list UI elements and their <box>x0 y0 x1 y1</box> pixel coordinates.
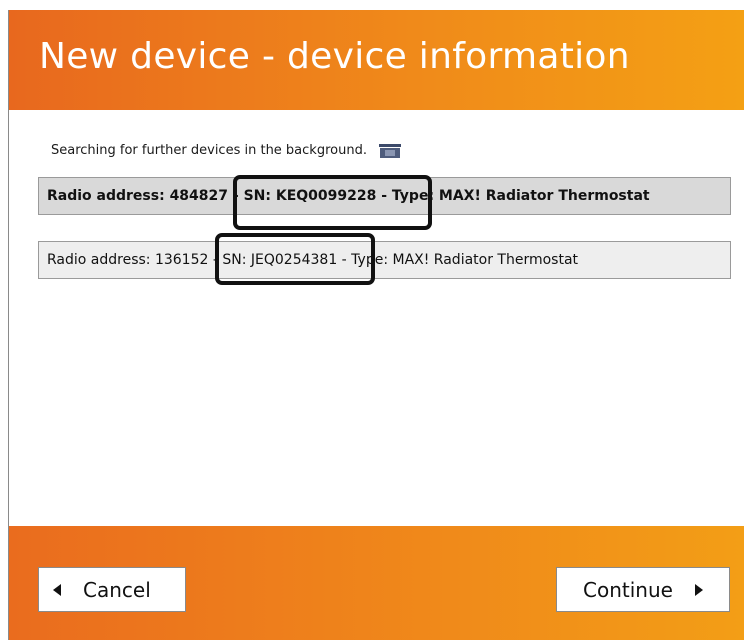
dialog-title: New device - device information <box>39 36 630 77</box>
dialog-header: New device - device information <box>9 10 744 110</box>
dialog-footer: Cancel Continue <box>9 526 744 640</box>
arrow-left-icon <box>53 583 61 596</box>
continue-button-label: Continue <box>583 577 673 602</box>
dialog-content: Searching for further devices in the bac… <box>9 110 744 526</box>
cancel-button[interactable]: Cancel <box>38 567 186 612</box>
arrow-right-icon <box>694 583 703 596</box>
device-list-item[interactable]: Radio address: 136152 - SN: JEQ0254381 -… <box>38 241 731 279</box>
device-list-item-label: Radio address: 136152 - SN: JEQ0254381 -… <box>47 252 579 268</box>
device-list-item-label: Radio address: 484827 - SN: KEQ0099228 -… <box>47 188 650 204</box>
search-status-text: Searching for further devices in the bac… <box>51 143 367 158</box>
search-status: Searching for further devices in the bac… <box>51 143 401 158</box>
cancel-button-label: Cancel <box>83 577 151 602</box>
continue-button[interactable]: Continue <box>556 567 730 612</box>
dialog-window: New device - device information Searchin… <box>8 10 744 640</box>
device-list-item-selected[interactable]: Radio address: 484827 - SN: KEQ0099228 -… <box>38 177 731 215</box>
device-searching-icon <box>378 143 401 158</box>
